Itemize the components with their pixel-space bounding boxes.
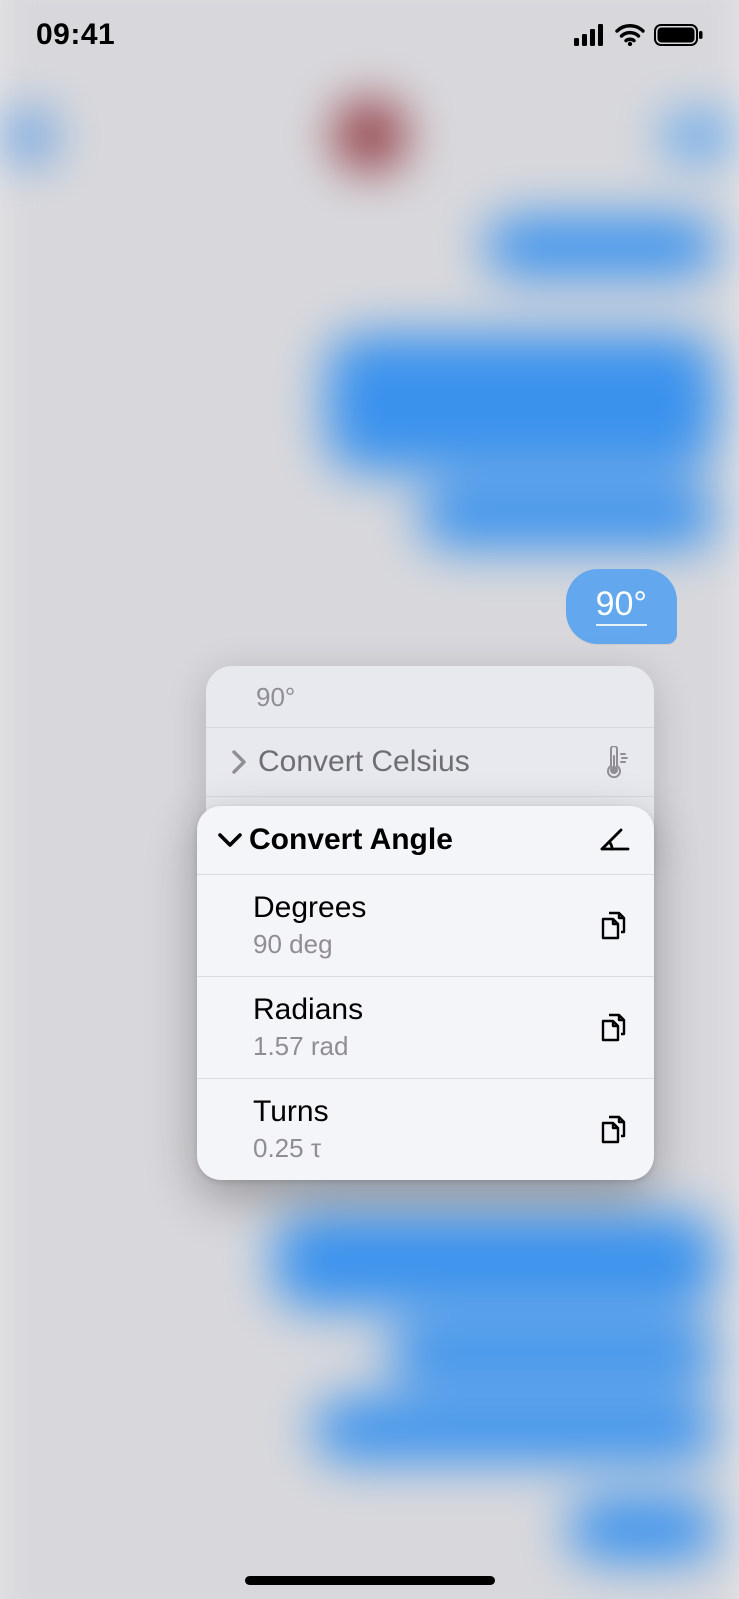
convert-angle-menu: Convert Angle Degrees 90 deg Radians 1.5…	[197, 806, 654, 1180]
degrees-unit: Degrees	[253, 891, 596, 925]
status-time: 09:41	[36, 18, 115, 52]
radians-unit: Radians	[253, 993, 596, 1027]
copy-icon[interactable]	[596, 909, 632, 943]
home-indicator[interactable]	[245, 1576, 495, 1585]
turns-value: 0.25 τ	[253, 1133, 596, 1164]
menu-value-header: 90°	[206, 666, 654, 727]
chevron-down-icon	[213, 831, 247, 849]
degrees-value: 90 deg	[253, 929, 596, 960]
thermometer-icon	[598, 746, 632, 778]
turns-row[interactable]: Turns 0.25 τ	[197, 1078, 654, 1180]
copy-icon[interactable]	[596, 1011, 632, 1045]
convert-angle-title-row[interactable]: Convert Angle	[197, 806, 654, 874]
angle-icon	[598, 827, 632, 853]
convert-celsius-label: Convert Celsius	[258, 745, 598, 779]
status-bar: 09:41	[0, 0, 739, 60]
chevron-right-icon	[224, 749, 254, 775]
radians-value: 1.57 rad	[253, 1031, 596, 1062]
selected-message-bubble[interactable]: 90°	[566, 569, 677, 644]
degrees-row[interactable]: Degrees 90 deg	[197, 874, 654, 976]
copy-icon[interactable]	[596, 1113, 632, 1147]
selected-message-text: 90°	[596, 585, 647, 626]
convert-angle-title: Convert Angle	[249, 823, 598, 857]
turns-unit: Turns	[253, 1095, 596, 1129]
convert-celsius-row[interactable]: Convert Celsius	[206, 727, 654, 796]
wifi-icon	[615, 24, 645, 46]
radians-row[interactable]: Radians 1.57 rad	[197, 976, 654, 1078]
cellular-icon	[574, 24, 606, 46]
battery-icon	[654, 24, 703, 46]
